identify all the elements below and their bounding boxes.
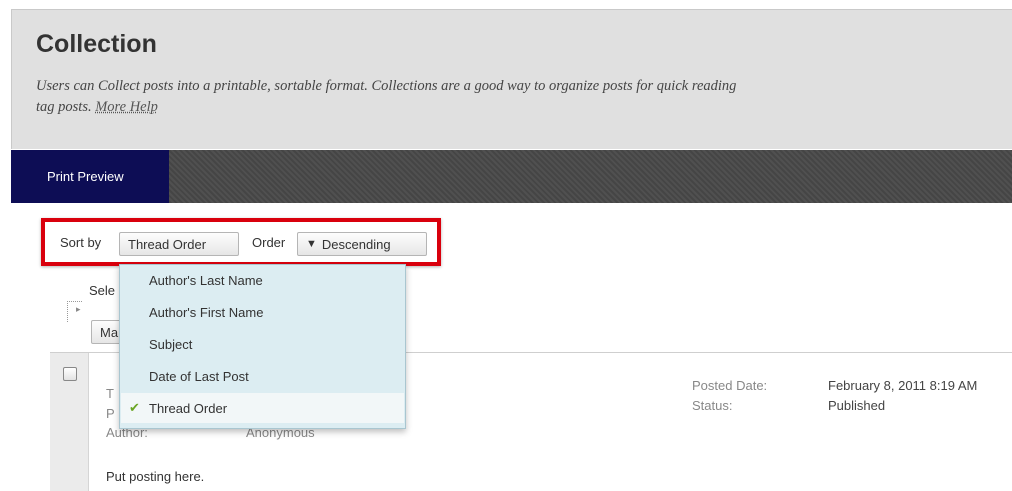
status-label: Status: bbox=[692, 398, 733, 413]
tree-arrow-icon: ▸ bbox=[76, 304, 81, 314]
description-line-2: tag posts. More Help bbox=[36, 97, 1011, 118]
sort-dropdown-menu: Author's Last Name Author's First Name S… bbox=[119, 264, 406, 429]
post-meta-label-2: P bbox=[106, 406, 115, 421]
post-meta-label-1: T bbox=[106, 386, 114, 401]
dropdown-item-authors-last-name[interactable]: Author's Last Name bbox=[121, 265, 404, 295]
order-label: Order bbox=[252, 235, 286, 250]
dropdown-item-thread-order-label: Thread Order bbox=[149, 400, 228, 416]
dropdown-item-date-of-last-post[interactable]: Date of Last Post bbox=[121, 361, 404, 391]
sort-bar: Sort by Thread Order Order ▼ Descending bbox=[41, 218, 441, 266]
print-preview-button[interactable]: Print Preview bbox=[11, 150, 169, 203]
description-line-1: Users can Collect posts into a printable… bbox=[36, 78, 737, 94]
dropdown-item-thread-order[interactable]: ✔ Thread Order bbox=[121, 393, 404, 423]
sort-by-label: Sort by bbox=[60, 235, 102, 250]
posted-date-value: February 8, 2011 8:19 AM bbox=[828, 378, 978, 393]
dropdown-item-subject[interactable]: Subject bbox=[121, 329, 404, 359]
status-value: Published bbox=[828, 398, 886, 413]
checkmark-icon: ✔ bbox=[129, 400, 140, 415]
order-button[interactable]: ▼ Descending bbox=[297, 232, 427, 256]
description-line-2-text: tag posts. bbox=[36, 99, 92, 115]
order-button-label: Descending bbox=[321, 236, 391, 252]
more-help-link[interactable]: More Help bbox=[95, 99, 158, 115]
post-select-checkbox[interactable] bbox=[63, 367, 77, 381]
window-top bbox=[0, 0, 1012, 8]
select-label: Sele bbox=[89, 283, 116, 298]
dropdown-item-authors-first-name[interactable]: Author's First Name bbox=[121, 297, 404, 327]
page-description: Users can Collect posts into a printable… bbox=[36, 76, 1011, 118]
page-title: Collection bbox=[36, 30, 157, 58]
order-arrow-icon: ▼ bbox=[306, 238, 317, 250]
post-body-text: Put posting here. bbox=[106, 469, 205, 484]
sort-by-button[interactable]: Thread Order bbox=[119, 232, 239, 256]
posted-date-label: Posted Date: bbox=[692, 378, 768, 393]
